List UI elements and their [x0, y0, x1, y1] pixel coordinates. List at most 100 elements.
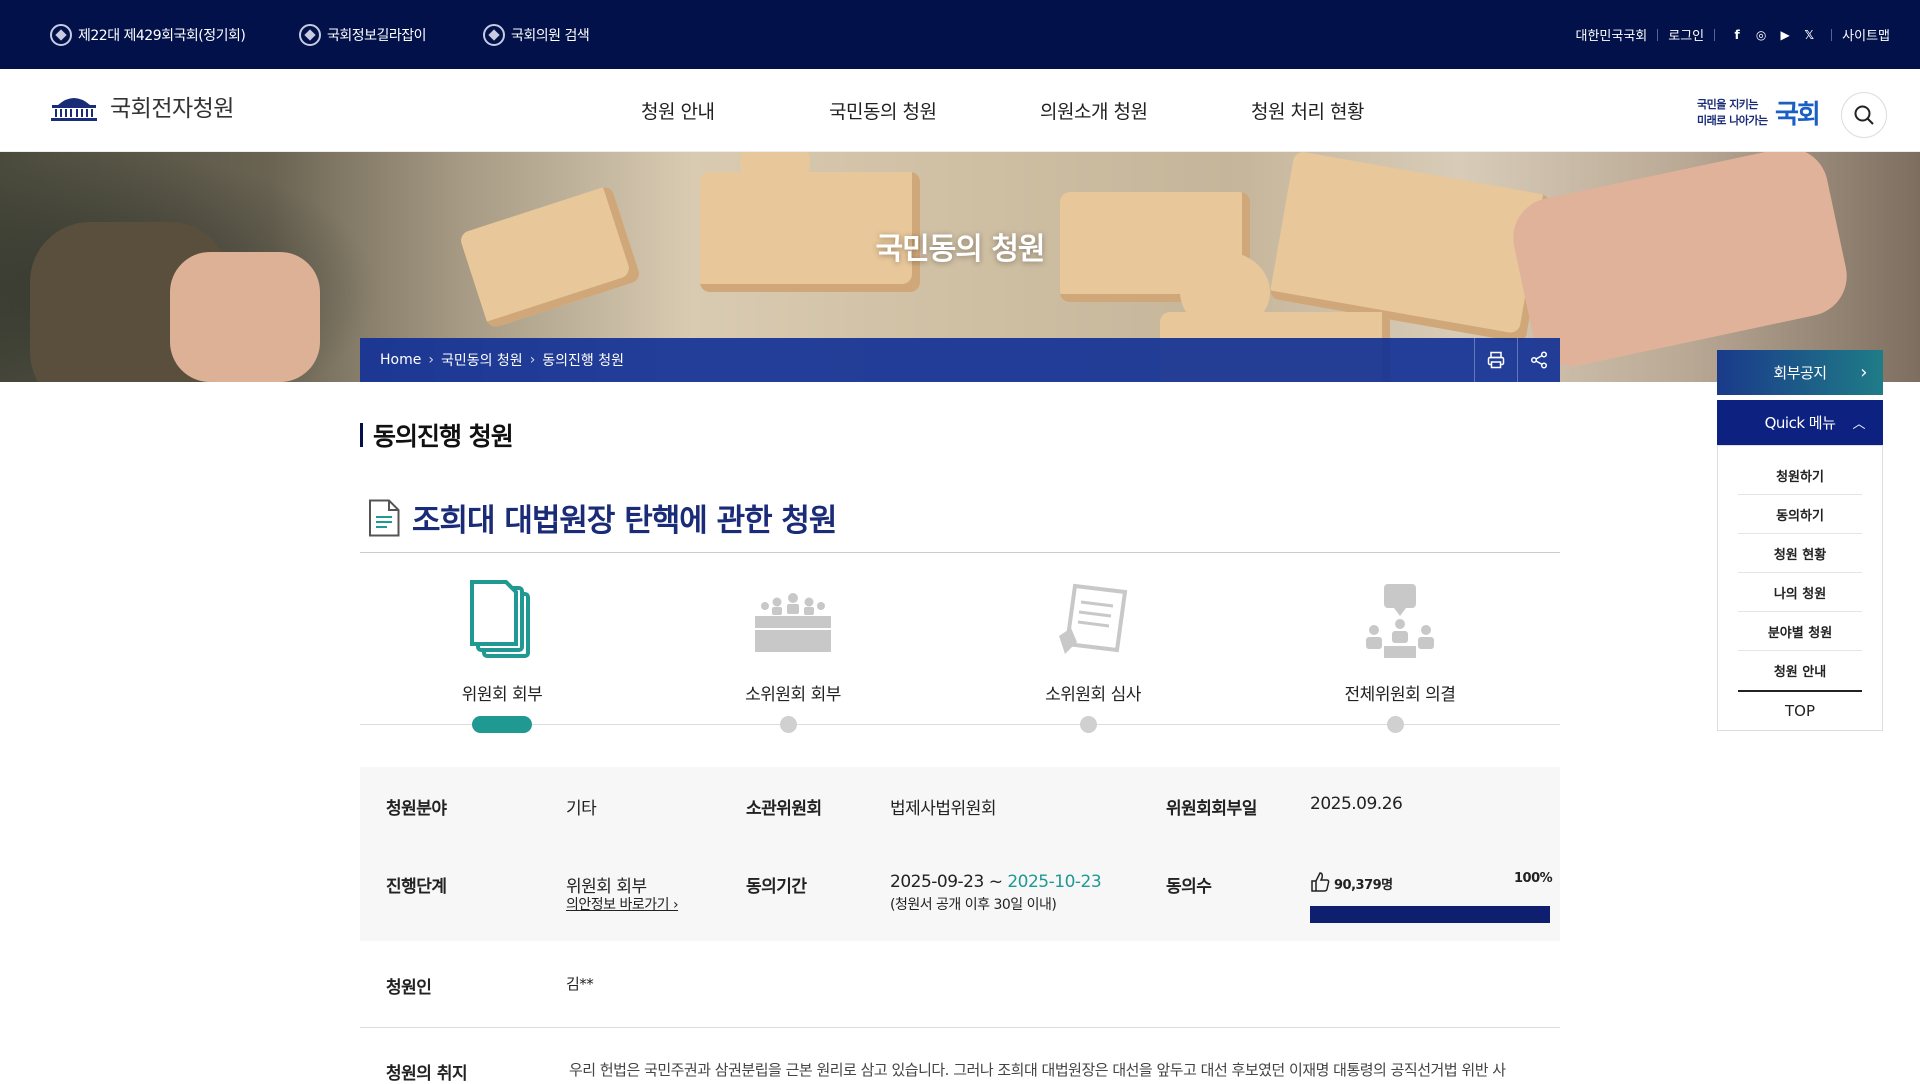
chevron-right-icon: › [1860, 362, 1867, 383]
chevron-up-icon: ︿ [1852, 417, 1865, 432]
bill-info-link-label: 의안정보 바로가기 [566, 897, 670, 913]
facebook-icon[interactable]: f [1729, 27, 1745, 43]
instagram-icon[interactable]: ◎ [1753, 27, 1769, 43]
chevron-right-icon: › [669, 897, 679, 913]
field-label: 청원분야 [386, 799, 447, 819]
period-start: 2025-09-23 [890, 872, 984, 892]
search-icon [1854, 105, 1874, 125]
breadcrumb-home[interactable]: Home [380, 352, 421, 368]
petitioner-value: 김** [566, 975, 594, 993]
purpose-text: 우리 헌법은 국민주권과 삼권분립을 근본 원리로 삼고 있습니다. 그러나 조… [569, 1061, 1506, 1079]
quick-menu: 회부공지 › Quick 메뉴 ︿ 청원하기 동의하기 청원 현황 나의 청원 … [1717, 350, 1883, 731]
scroll-top-button[interactable]: TOP [1738, 690, 1862, 730]
quick-item-petition-status[interactable]: 청원 현황 [1738, 534, 1862, 573]
member-search-link[interactable]: 국회의원 검색 [483, 0, 590, 69]
nav-public-consent-petition[interactable]: 국민동의 청원 [829, 69, 937, 152]
petitioner-label: 청원인 [386, 978, 432, 998]
national-assembly-link[interactable]: 대한민국국회 [1576, 25, 1648, 44]
assembly-seal-icon [483, 23, 505, 46]
review-document-icon [1059, 583, 1128, 654]
quick-item-petition-guide[interactable]: 청원 안내 [1738, 651, 1862, 690]
assembly-guide-link[interactable]: 국회정보길라잡이 [299, 0, 427, 69]
referral-notice-button[interactable]: 회부공지 › [1717, 350, 1883, 395]
quick-item-my-petitions[interactable]: 나의 청원 [1738, 573, 1862, 612]
share-button[interactable] [1517, 338, 1560, 382]
step-indicator-active [472, 716, 532, 733]
assembly-seal-icon [299, 23, 321, 46]
committee-value: 법제사법위원회 [890, 799, 996, 819]
utility-bar: 제22대 제429회국회(정기회) 국회정보길라잡이 국회의원 검색 대한민국국… [0, 0, 1920, 69]
divider [360, 1027, 1560, 1028]
petition-title: 조희대 대법원장 탄핵에 관한 청원 [368, 495, 837, 540]
quick-item-submit-petition[interactable]: 청원하기 [1738, 456, 1862, 495]
nav-member-referral-petition[interactable]: 의원소개 청원 [1040, 69, 1148, 152]
documents-stack-icon [470, 580, 530, 658]
committee-label: 소관위원회 [746, 799, 822, 819]
login-link[interactable]: 로그인 [1668, 25, 1704, 44]
referral-date-label: 위원회회부일 [1166, 799, 1257, 819]
step-track-line [360, 724, 1560, 725]
youtube-icon[interactable]: ▶ [1777, 27, 1793, 43]
nav-petition-guide[interactable]: 청원 안내 [641, 69, 715, 152]
logo-text: 국회전자청원 [110, 96, 234, 122]
quick-menu-toggle[interactable]: Quick 메뉴 ︿ [1717, 400, 1883, 445]
divider [1714, 28, 1716, 41]
discussion-icon [1366, 584, 1434, 658]
period-note: (청원서 공개 이후 30일 이내) [890, 897, 1057, 913]
print-button[interactable] [1474, 338, 1517, 382]
agree-count-value: 90,379명 [1334, 878, 1393, 893]
divider [1657, 28, 1659, 41]
assembly-session-link[interactable]: 제22대 제429회국회(정기회) [50, 0, 246, 69]
step-label: 위원회 회부 [461, 685, 543, 705]
purpose-label: 청원의 취지 [386, 1064, 468, 1084]
x-icon[interactable]: 𝕏 [1801, 27, 1817, 43]
breadcrumb-current[interactable]: 동의진행 청원 [542, 350, 624, 370]
referral-date-value: 2025.09.26 [1310, 794, 1403, 814]
slogan-line-2: 미래로 나아가는 [1697, 114, 1768, 127]
breadcrumb: Home › 국민동의 청원 › 동의진행 청원 [360, 338, 1560, 382]
petition-title-text: 조희대 대법원장 탄핵에 관한 청원 [412, 503, 837, 539]
sitemap-link[interactable]: 사이트맵 [1842, 25, 1890, 44]
referral-notice-label: 회부공지 [1773, 364, 1827, 382]
slogan-mark: 국회 [1775, 100, 1821, 130]
page-title: 동의진행 청원 [360, 420, 514, 451]
step-indicator [780, 716, 797, 733]
nav-petition-status[interactable]: 청원 처리 현황 [1251, 69, 1364, 152]
member-search-label: 국회의원 검색 [511, 27, 590, 44]
step-label: 소위원회 심사 [1045, 685, 1141, 705]
divider [1831, 28, 1833, 41]
quick-item-by-field[interactable]: 분야별 청원 [1738, 612, 1862, 651]
breadcrumb-public-consent[interactable]: 국민동의 청원 [441, 350, 523, 370]
divider [360, 552, 1560, 553]
period-separator: ~ [983, 872, 1008, 892]
step-indicator [1080, 716, 1097, 733]
main-header: 국회전자청원 청원 안내 국민동의 청원 의원소개 청원 청원 처리 현황 국민… [0, 69, 1920, 152]
chevron-right-icon: › [428, 352, 434, 368]
share-icon [1530, 351, 1548, 369]
chevron-right-icon: › [529, 352, 536, 368]
bill-info-link[interactable]: 의안정보 바로가기 › [566, 894, 679, 914]
print-icon [1487, 351, 1505, 369]
quick-menu-list: 청원하기 동의하기 청원 현황 나의 청원 분야별 청원 청원 안내 TOP [1717, 445, 1883, 731]
agree-count-label: 동의수 [1166, 877, 1212, 897]
slogan-line-1: 국민을 지키는 [1697, 98, 1759, 111]
period-value: 2025-09-23 ~ 2025-10-23 [890, 872, 1102, 892]
step-label: 소위원회 회부 [745, 685, 841, 705]
period-label: 동의기간 [746, 877, 807, 897]
page-title-text: 동의진행 청원 [373, 422, 514, 451]
agree-percent: 100% [1514, 871, 1553, 886]
agree-progress-fill [1310, 906, 1550, 923]
thumbs-up-icon [1311, 872, 1330, 892]
search-button[interactable] [1841, 92, 1887, 138]
quick-menu-title: Quick 메뉴 [1764, 414, 1836, 432]
step-indicator [1387, 716, 1404, 733]
agree-progress-bar [1310, 906, 1550, 923]
period-end: 2025-10-23 [1007, 872, 1102, 892]
hand-shape [170, 252, 320, 382]
quick-item-consent[interactable]: 동의하기 [1738, 495, 1862, 534]
banner-title: 국민동의 청원 [875, 232, 1045, 267]
stage-label: 진행단계 [386, 877, 447, 897]
site-logo[interactable]: 국회전자청원 [50, 89, 234, 123]
field-value: 기타 [566, 799, 597, 819]
step-label: 전체위원회 의결 [1344, 685, 1456, 705]
